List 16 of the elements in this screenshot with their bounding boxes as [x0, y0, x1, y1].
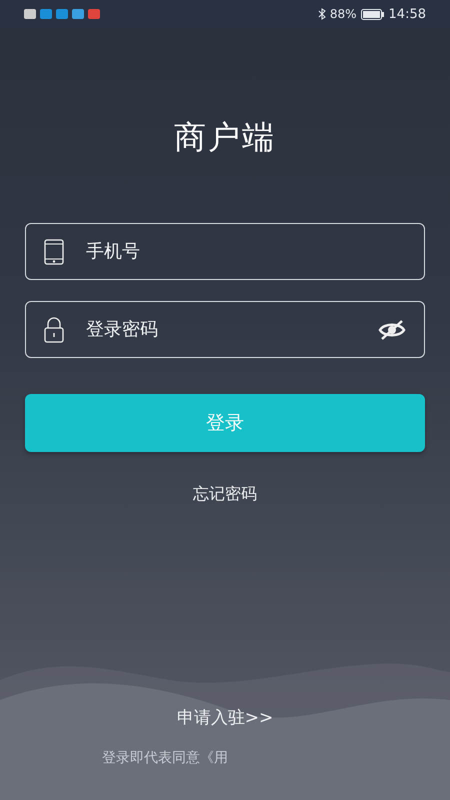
password-input[interactable]: 登录密码 — [84, 318, 358, 341]
lock-icon — [44, 316, 64, 342]
battery-text: 88% — [330, 7, 357, 21]
forgot-password-link[interactable]: 忘记密码 — [193, 484, 257, 505]
app-title: 商户端 — [173, 117, 277, 158]
agreement-text: 登录即代表同意《用 — [102, 749, 228, 767]
eye-off-icon[interactable] — [378, 318, 406, 340]
apply-link[interactable]: 申请入驻>> — [176, 706, 274, 729]
bluetooth-icon — [318, 8, 326, 20]
phone-input[interactable]: 手机号 — [84, 240, 406, 263]
phone-field[interactable]: 手机号 — [25, 223, 425, 280]
battery-icon — [360, 8, 385, 20]
login-button[interactable]: 登录 — [25, 394, 425, 452]
password-field[interactable]: 登录密码 — [25, 301, 425, 358]
tablet-icon — [44, 238, 64, 264]
clock-time: 14:58 — [388, 6, 426, 22]
